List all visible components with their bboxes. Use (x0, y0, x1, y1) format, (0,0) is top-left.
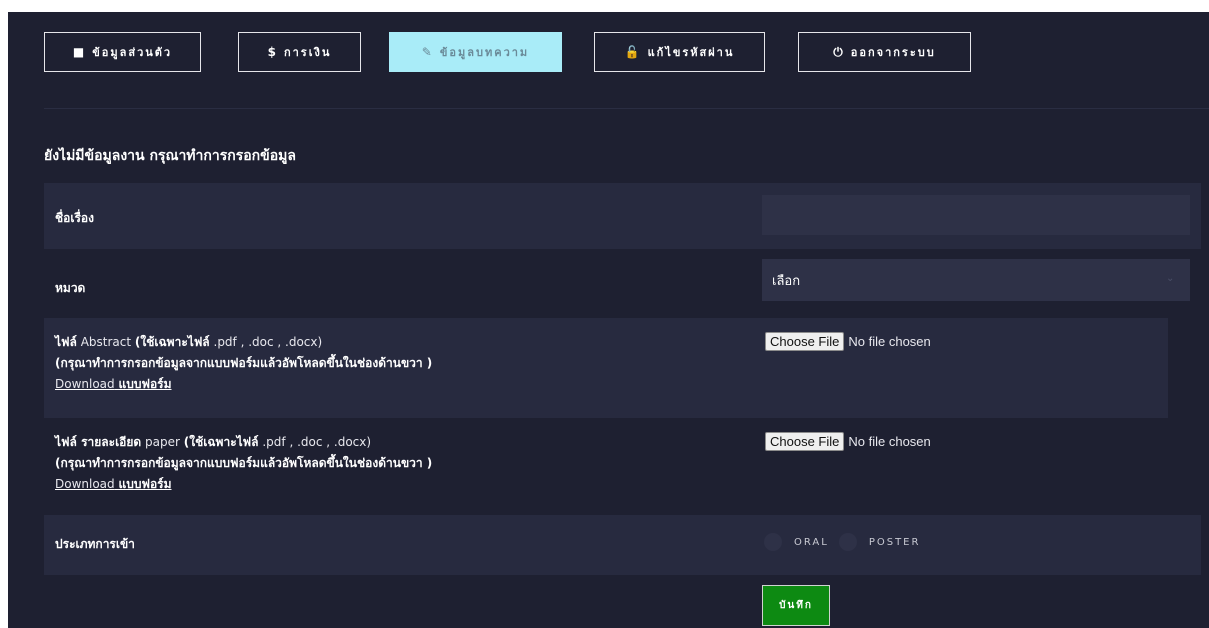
oral-radio[interactable] (764, 533, 782, 551)
nav-label: ออกจากระบบ (850, 46, 936, 59)
abstract-hint: (กรุณาทำการกรอกข้อมูลจากแบบฟอร์มแล้วอัพโ… (55, 356, 433, 370)
abstract-file-status: No file chosen (848, 334, 931, 349)
paper-file-row: ไฟล์ รายละเอียด paper (ใช้เฉพาะไฟล์ .pdf… (44, 418, 1201, 515)
unlock-icon: 🔓 (624, 45, 640, 59)
abstract-name: Abstract (80, 335, 132, 349)
presentation-row: ประเภทการเข้า ORAL POSTER (44, 515, 1201, 575)
paper-description: ไฟล์ รายละเอียด paper (ใช้เฉพาะไฟล์ .pdf… (55, 432, 432, 495)
divider (44, 108, 1209, 109)
presentation-label: ประเภทการเข้า (55, 537, 135, 551)
nav-article-info[interactable]: ✎ ข้อมูลบทความ (389, 32, 562, 72)
category-label: หมวด (55, 281, 86, 295)
abstract-note: (ใช้เฉพาะไฟล์ (134, 335, 210, 349)
paper-choose-file-button[interactable]: Choose File (765, 432, 845, 451)
abstract-download-link[interactable]: Download แบบฟอร์ม (55, 377, 172, 391)
category-row: หมวด เลือก ⌄ (44, 249, 1201, 315)
abstract-ext: .pdf , .doc , .docx) (213, 335, 323, 349)
paper-prefix: ไฟล์ รายละเอียด (55, 435, 142, 449)
save-button[interactable]: บันทึก (762, 585, 830, 626)
paper-ext: .pdf , .doc , .docx) (262, 435, 372, 449)
page-frame: ■ ข้อมูลส่วนตัว $ การเงิน ✎ ข้อมูลบทความ… (8, 12, 1209, 628)
title-row: ชื่อเรื่อง (44, 183, 1201, 249)
nav-label: ข้อมูลบทความ (439, 46, 530, 59)
poster-label: POSTER (868, 536, 921, 548)
abstract-file-row: ไฟล์ Abstract (ใช้เฉพาะไฟล์ .pdf , .doc … (44, 318, 1168, 418)
paper-file-picker: Choose File No file chosen (765, 432, 931, 451)
form-text: แบบฟอร์ม (118, 477, 172, 491)
form-text: แบบฟอร์ม (118, 377, 172, 391)
paper-file-status: No file chosen (848, 434, 931, 449)
abstract-choose-file-button[interactable]: Choose File (765, 332, 845, 351)
abstract-prefix: ไฟล์ (55, 335, 77, 349)
nav-finance[interactable]: $ การเงิน (238, 32, 361, 72)
nav-logout[interactable]: ⏻ ออกจากระบบ (798, 32, 971, 72)
title-label: ชื่อเรื่อง (55, 211, 94, 225)
abstract-file-picker: Choose File No file chosen (765, 332, 931, 351)
download-text: Download (55, 477, 115, 491)
category-select[interactable]: เลือก ⌄ (762, 259, 1190, 301)
nav-personal-info[interactable]: ■ ข้อมูลส่วนตัว (44, 32, 201, 72)
empty-notice: ยังไม่มีข้อมูลงาน กรุณาทำการกรอกข้อมูล (44, 148, 296, 164)
paper-name: paper (145, 435, 180, 449)
chevron-down-icon: ⌄ (1166, 273, 1175, 284)
presentation-options: ORAL POSTER (764, 533, 930, 551)
poster-radio[interactable] (838, 533, 857, 551)
paper-download-link[interactable]: Download แบบฟอร์ม (55, 477, 172, 491)
pencil-icon: ✎ (421, 45, 432, 59)
abstract-description: ไฟล์ Abstract (ใช้เฉพาะไฟล์ .pdf , .doc … (55, 332, 432, 395)
category-selected-value: เลือก (772, 273, 801, 289)
oral-label: ORAL (794, 536, 829, 548)
title-input[interactable] (762, 195, 1190, 235)
paper-hint: (กรุณาทำการกรอกข้อมูลจากแบบฟอร์มแล้วอัพโ… (55, 456, 433, 470)
nav-label: ข้อมูลส่วนตัว (92, 46, 173, 59)
id-card-icon: ■ (72, 45, 85, 59)
nav-label: การเงิน (283, 46, 332, 59)
power-icon: ⏻ (833, 44, 843, 59)
download-text: Download (55, 377, 115, 391)
paper-note: (ใช้เฉพาะไฟล์ (183, 435, 259, 449)
dollar-icon: $ (267, 45, 276, 59)
nav-change-password[interactable]: 🔓 แก้ไขรหัสผ่าน (594, 32, 765, 72)
nav-label: แก้ไขรหัสผ่าน (647, 46, 735, 59)
